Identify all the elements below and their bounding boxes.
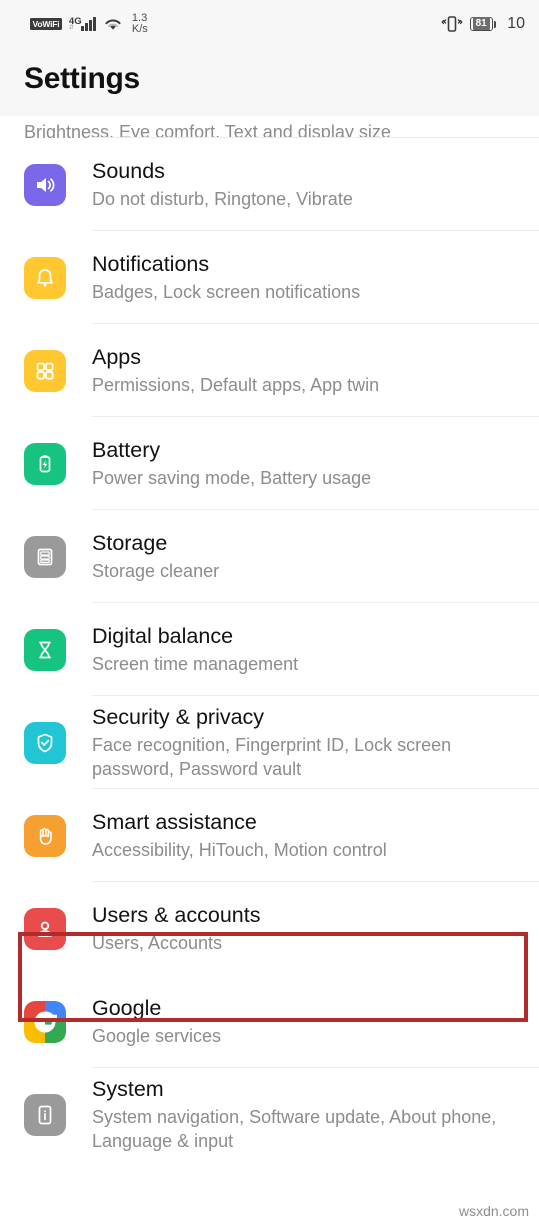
row-title: Smart assistance	[92, 809, 257, 834]
row-title: Google	[92, 995, 162, 1020]
row-texts: Google Google services	[92, 995, 529, 1049]
row-title: Notifications	[92, 251, 210, 276]
settings-row-google[interactable]: Google Google services	[0, 975, 539, 1068]
row-texts: Display Brightness, Eye comfort, Text an…	[24, 116, 529, 138]
row-texts: Apps Permissions, Default apps, App twin	[92, 344, 529, 398]
storage-icon	[24, 535, 66, 578]
watermark: wsxdn.com	[458, 1203, 529, 1219]
phone-info-icon	[24, 1093, 66, 1136]
row-texts: System System navigation, Software updat…	[92, 1076, 529, 1153]
settings-row-smart-assistance[interactable]: Smart assistance Accessibility, HiTouch,…	[0, 789, 539, 882]
signal-bar-3	[88, 20, 92, 31]
google-icon	[24, 1000, 66, 1043]
hourglass-icon	[24, 628, 66, 671]
settings-row-battery[interactable]: Battery Power saving mode, Battery usage	[0, 417, 539, 510]
battery-cap	[493, 20, 497, 28]
row-subtitle: Power saving mode, Battery usage	[92, 468, 372, 489]
hand-icon	[24, 814, 66, 857]
settings-row-notifications[interactable]: Notifications Badges, Lock screen notifi…	[0, 231, 539, 324]
row-title: Digital balance	[92, 623, 234, 648]
row-texts: Notifications Badges, Lock screen notifi…	[92, 251, 529, 305]
row-subtitle: Users, Accounts	[92, 933, 223, 954]
row-texts: Battery Power saving mode, Battery usage	[92, 437, 529, 491]
settings-row-sounds[interactable]: Sounds Do not disturb, Ringtone, Vibrate	[0, 138, 539, 231]
network-activity-arrows: ⇵	[68, 25, 74, 31]
settings-row-users-accounts[interactable]: Users & accounts Users, Accounts	[0, 882, 539, 975]
status-bar-right: 81 10	[440, 14, 525, 34]
data-rate-indicator: 1.3 K/s	[132, 13, 148, 35]
battery-status-icon: 81	[469, 17, 497, 31]
battery-icon	[24, 442, 66, 485]
grid-icon	[24, 349, 66, 392]
status-bar-left: VoWiFi 4G ⇵ 1.3 K/s	[30, 13, 148, 35]
bell-icon	[24, 256, 66, 299]
settings-row-security-privacy[interactable]: Security & privacy Face recognition, Fin…	[0, 696, 539, 789]
row-texts: Security & privacy Face recognition, Fin…	[92, 704, 529, 781]
signal-bar-4	[92, 17, 96, 31]
shield-check-icon	[24, 721, 66, 764]
row-texts: Storage Storage cleaner	[92, 530, 529, 584]
row-title: System	[92, 1076, 164, 1101]
row-texts: Digital balance Screen time management	[92, 623, 529, 677]
settings-row-storage[interactable]: Storage Storage cleaner	[0, 510, 539, 603]
settings-row-display[interactable]: Display Brightness, Eye comfort, Text an…	[0, 116, 539, 138]
settings-row-digital-balance[interactable]: Digital balance Screen time management	[0, 603, 539, 696]
signal-bar-2	[84, 23, 88, 31]
settings-row-system[interactable]: System System navigation, Software updat…	[0, 1068, 539, 1161]
speaker-icon	[24, 163, 66, 206]
row-subtitle: Google services	[92, 1026, 222, 1047]
row-subtitle: System navigation, Software update, Abou…	[92, 1107, 497, 1151]
page-title: Settings	[24, 62, 140, 95]
vibrate-icon	[440, 14, 463, 34]
row-texts: Users & accounts Users, Accounts	[92, 902, 529, 956]
row-title: Storage	[92, 530, 168, 555]
battery-percent-label: 81	[472, 17, 490, 30]
row-texts: Smart assistance Accessibility, HiTouch,…	[92, 809, 529, 863]
cellular-signal-icon: 4G ⇵	[69, 17, 96, 31]
row-title: Apps	[92, 344, 142, 369]
status-bar: VoWiFi 4G ⇵ 1.3 K/s 81 10	[0, 0, 539, 48]
vowifi-icon: VoWiFi	[30, 18, 62, 30]
row-subtitle: Permissions, Default apps, App twin	[92, 375, 380, 396]
person-icon	[24, 907, 66, 950]
row-subtitle: Accessibility, HiTouch, Motion control	[92, 840, 387, 861]
data-rate-unit: K/s	[131, 23, 148, 35]
page-header: Settings	[0, 48, 539, 116]
row-title: Sounds	[92, 158, 165, 183]
wifi-icon	[103, 16, 123, 32]
row-title: Display	[24, 116, 521, 118]
row-subtitle: Face recognition, Fingerprint ID, Lock s…	[92, 735, 452, 779]
row-subtitle: Do not disturb, Ringtone, Vibrate	[92, 189, 353, 210]
clock-label: 10	[507, 15, 525, 32]
row-title: Security & privacy	[92, 704, 265, 729]
row-subtitle: Storage cleaner	[92, 561, 220, 582]
row-texts: Sounds Do not disturb, Ringtone, Vibrate	[92, 158, 529, 212]
row-title: Battery	[92, 437, 161, 462]
settings-list: Display Brightness, Eye comfort, Text an…	[0, 116, 539, 1161]
row-subtitle: Brightness, Eye comfort, Text and displa…	[24, 121, 391, 138]
row-title: Users & accounts	[92, 902, 261, 927]
row-subtitle: Screen time management	[92, 654, 299, 675]
row-subtitle: Badges, Lock screen notifications	[92, 282, 361, 303]
settings-row-apps[interactable]: Apps Permissions, Default apps, App twin	[0, 324, 539, 417]
